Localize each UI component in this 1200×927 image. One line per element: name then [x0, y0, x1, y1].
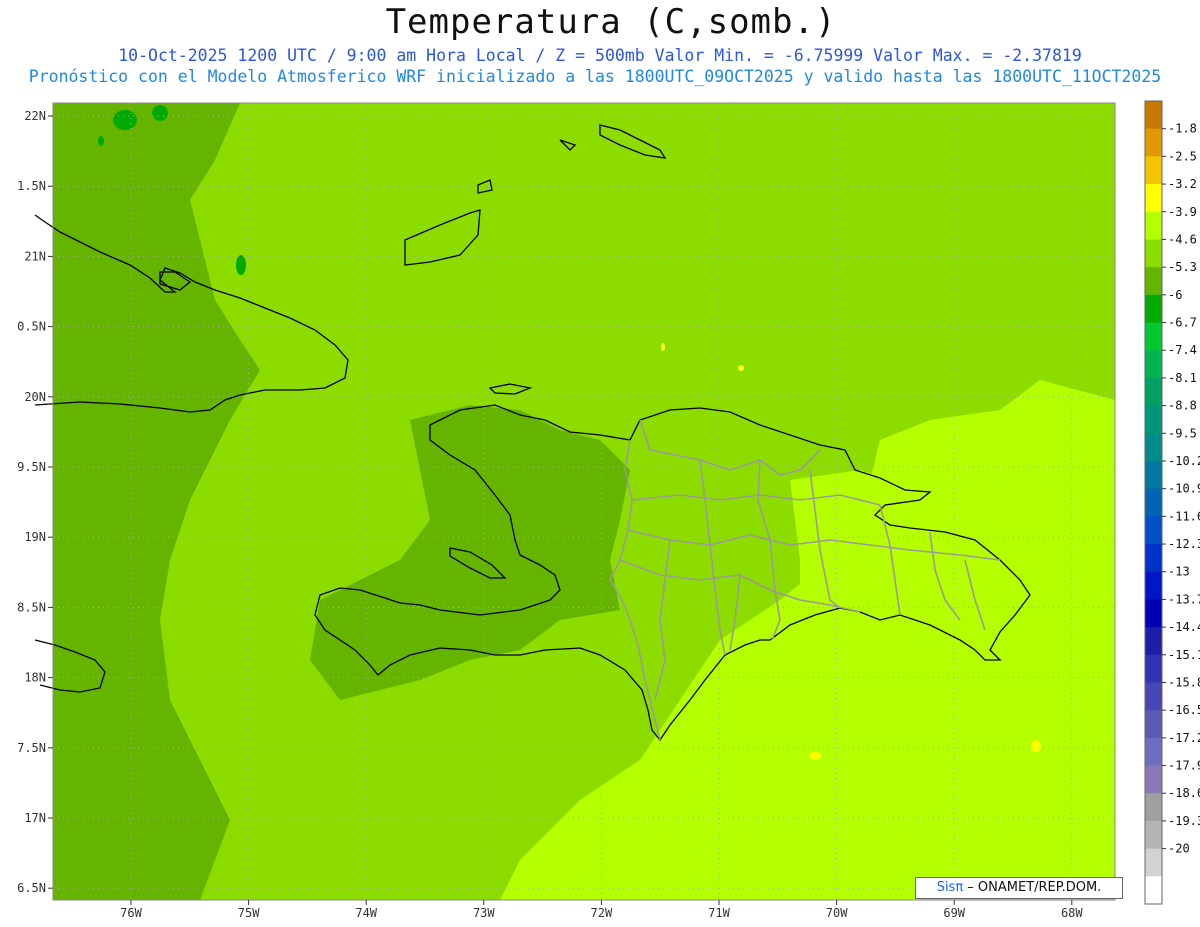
colorbar-label: -1.8 [1168, 122, 1197, 136]
lat-tick-label: 9.5N [17, 460, 46, 474]
colorbar-swatch [1145, 571, 1162, 600]
colorbar-swatch [1145, 765, 1162, 794]
colorbar-swatch [1145, 101, 1162, 130]
colorbar-swatch [1145, 654, 1162, 683]
colorbar: -1.8 -2.5 -3.2 -3.9 -4.6 -5.3 -6 -6.7 -7.4 -8.1 -8… [1144, 100, 1200, 905]
lat-tick-label: 20N [24, 390, 46, 404]
field-yellow-blob [738, 365, 744, 371]
colorbar-swatch [1145, 184, 1162, 213]
lon-tick-label: 69W [943, 906, 965, 920]
lat-tick-label: 17N [24, 811, 46, 825]
lon-tick-label: 71W [708, 906, 730, 920]
colorbar-swatch [1145, 211, 1162, 240]
colorbar-label: -14.4 [1168, 620, 1200, 634]
colorbar-swatch [1145, 737, 1162, 767]
lon-tick-label: 75W [238, 906, 260, 920]
colorbar-swatch [1145, 433, 1162, 462]
colorbar-label: -4.6 [1168, 232, 1197, 246]
colorbar-label: -10.9 [1168, 482, 1200, 496]
colorbar-swatch [1145, 627, 1162, 656]
field-green-blob [98, 136, 104, 146]
lat-tick-label: 8.5N [17, 600, 46, 614]
colorbar-label: -6.7 [1168, 316, 1197, 330]
colorbar-label: -6 [1168, 288, 1182, 302]
colorbar-swatch [1145, 820, 1162, 850]
lon-tick-label: 72W [591, 906, 613, 920]
colorbar-label: -12.3 [1168, 537, 1200, 551]
colorbar-label: -17.2 [1168, 731, 1200, 745]
colorbar-label: -13.7 [1168, 592, 1200, 606]
field-yellow-blob [809, 752, 821, 760]
colorbar-swatch [1145, 405, 1162, 434]
colorbar-label: -18.6 [1168, 786, 1200, 800]
colorbar-label: -13 [1168, 565, 1190, 579]
field-green-blob [113, 110, 137, 130]
colorbar-label: -5.3 [1168, 260, 1197, 274]
colorbar-swatch [1145, 793, 1162, 822]
field-green-blob [236, 255, 246, 275]
latitude-labels: 22N 1.5N 21N 0.5N 20N 9.5N 19N 8.5N 18N 7.5N 17N 6.… [17, 109, 53, 895]
field-layer [53, 103, 1115, 900]
colorbar-swatch [1145, 294, 1162, 324]
colorbar-label: -20 [1168, 842, 1190, 856]
colorbar-label: -2.5 [1168, 149, 1197, 163]
colorbar-swatch [1145, 156, 1162, 185]
colorbar-swatch [1145, 544, 1162, 573]
colorbar-swatch [1145, 239, 1162, 268]
lon-tick-label: 74W [355, 906, 377, 920]
colorbar-label: -15.8 [1168, 675, 1200, 689]
lon-tick-label: 76W [120, 906, 142, 920]
credit-box: Sisπ – ONAMET/REP.DOM. [915, 877, 1123, 899]
lat-tick-label: 18N [24, 671, 46, 685]
colorbar-label: -7.4 [1168, 343, 1197, 357]
lat-tick-label: 1.5N [17, 179, 46, 193]
colorbar-label: -15.1 [1168, 648, 1200, 662]
colorbar-label: -3.9 [1168, 205, 1197, 219]
colorbar-swatch [1145, 876, 1162, 905]
colorbar-swatch [1145, 848, 1162, 877]
colorbar-swatch [1145, 322, 1162, 351]
field-green-blob [152, 105, 168, 121]
lon-tick-label: 73W [473, 906, 495, 920]
colorbar-swatch [1145, 516, 1162, 545]
colorbar-label: -16.5 [1168, 703, 1200, 717]
lat-tick-label: 0.5N [17, 320, 46, 334]
field-yellow-blob [661, 343, 665, 351]
lat-tick-label: 22N [24, 109, 46, 123]
colorbar-swatch [1145, 682, 1162, 711]
credit-org: – ONAMET/REP.DOM. [963, 880, 1102, 895]
colorbar-label: -10.2 [1168, 454, 1200, 468]
lat-tick-label: 7.5N [17, 741, 46, 755]
colorbar-label: -19.3 [1168, 814, 1200, 828]
lat-tick-label: 6.5N [17, 881, 46, 895]
colorbar-label: -11.6 [1168, 509, 1200, 523]
colorbar-swatch [1145, 267, 1162, 296]
lat-tick-label: 21N [24, 249, 46, 263]
colorbar-swatch [1145, 488, 1162, 517]
colorbar-swatch [1145, 599, 1162, 628]
temperature-map: 22N 1.5N 21N 0.5N 20N 9.5N 19N 8.5N 18N 7.5N 17N 6.… [17, 100, 1200, 920]
longitude-labels: 76W 75W 74W 73W 72W 71W 70W 69W 68W [120, 900, 1083, 920]
lon-tick-label: 68W [1061, 906, 1083, 920]
lat-tick-label: 19N [24, 530, 46, 544]
colorbar-swatch [1145, 377, 1162, 407]
lon-tick-label: 70W [826, 906, 848, 920]
colorbar-swatch [1145, 460, 1162, 490]
colorbar-swatch [1145, 710, 1162, 739]
credit-sis: Sisπ [936, 880, 964, 895]
colorbar-label: -8.1 [1168, 371, 1197, 385]
colorbar-label: -9.5 [1168, 426, 1197, 440]
field-yellow-blob [1031, 740, 1041, 752]
colorbar-label: -8.8 [1168, 399, 1197, 413]
colorbar-label: -3.2 [1168, 177, 1197, 191]
colorbar-swatch [1145, 350, 1162, 379]
colorbar-label: -17.9 [1168, 759, 1200, 773]
colorbar-swatch [1145, 128, 1162, 157]
